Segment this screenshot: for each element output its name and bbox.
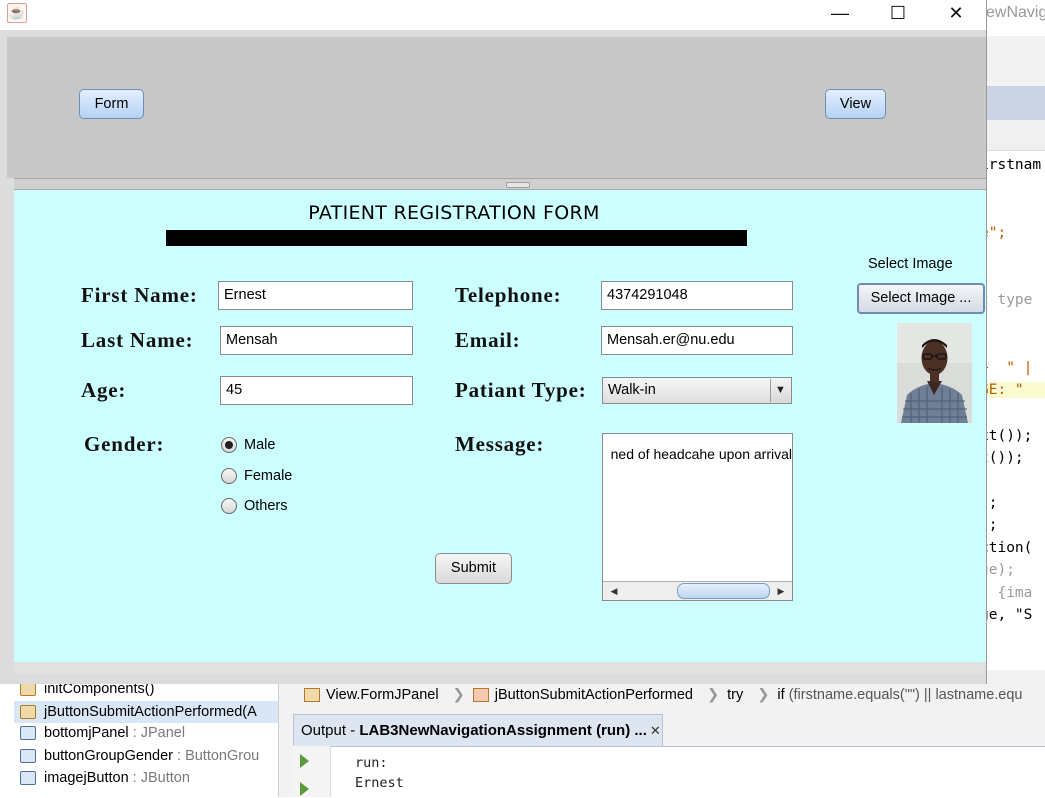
navigator-item[interactable]: imagejButton : JButton: [20, 767, 190, 789]
patient-photo: [897, 323, 972, 423]
radio-icon: [221, 468, 237, 485]
rerun-icon[interactable]: [300, 782, 309, 796]
app-window: ☕ — ☐ ✕ Form View PATIENT REGISTRATION F…: [0, 0, 987, 684]
code-line: + " |: [980, 360, 1033, 376]
field-icon: [20, 749, 36, 764]
field-icon: [20, 726, 36, 741]
code-line: t type: [980, 292, 1033, 308]
divider-grip[interactable]: [506, 182, 530, 188]
ide-editor-tabs: [986, 86, 1045, 120]
select-image-label: Select Image: [868, 256, 953, 272]
output-tab[interactable]: Output - LAB3NewNavigationAssignment (ru…: [293, 714, 663, 746]
ide-toolbar: [986, 36, 1045, 86]
breadcrumb-class[interactable]: View.FormJPanel: [326, 687, 439, 703]
gender-radio-female[interactable]: Female: [221, 466, 292, 486]
output-console: [293, 746, 1045, 798]
editor-breadcrumb: View.FormJPanel ❯ jButtonSubmitActionPerfo…: [294, 684, 1045, 706]
horizontal-scrollbar[interactable]: ◀ ▶: [603, 581, 792, 600]
telephone-label: Telephone:: [455, 283, 562, 307]
scrollbar-thumb[interactable]: [677, 583, 770, 599]
breadcrumb-condition: (firstname.equals("") || lastname.equ: [788, 687, 1023, 703]
email-field[interactable]: Mensah.er@nu.edu: [601, 326, 793, 355]
radio-icon: [221, 498, 237, 515]
window-titlebar: ☕ — ☐ ✕: [0, 0, 986, 30]
first-name-label: First Name:: [81, 283, 198, 307]
title-underline-bar: [166, 230, 747, 246]
chevron-right-icon: ❯: [452, 687, 465, 703]
code-line: ] {ima: [980, 585, 1033, 601]
field-icon: [20, 771, 36, 786]
chevron-right-icon: ❯: [706, 687, 720, 703]
output-line: run:: [355, 755, 388, 771]
method-icon: [20, 705, 36, 720]
close-icon[interactable]: ✕: [650, 723, 661, 738]
age-label: Age:: [81, 378, 127, 402]
chevron-right-icon: ❯: [757, 687, 770, 703]
chevron-down-icon[interactable]: ▼: [770, 379, 790, 402]
email-label: Email:: [455, 328, 521, 352]
scroll-left-icon[interactable]: ◀: [607, 584, 621, 598]
navigator-panel: initComponents() jButtonSubmitActionPerf…: [0, 681, 279, 797]
code-line: ction(: [980, 540, 1033, 556]
scroll-right-icon[interactable]: ▶: [774, 584, 788, 598]
split-pane-divider[interactable]: [14, 178, 986, 190]
code-line: ge, "S: [980, 607, 1033, 623]
code-line: GE: ": [980, 382, 1045, 398]
gender-label: Gender:: [84, 432, 165, 456]
radio-selected-icon: [221, 437, 237, 454]
minimize-icon[interactable]: —: [817, 0, 863, 30]
submit-button[interactable]: Submit: [435, 553, 512, 584]
age-field[interactable]: 45: [220, 376, 413, 405]
close-icon[interactable]: ✕: [933, 0, 979, 30]
view-button[interactable]: View: [825, 89, 886, 119]
gender-radio-male[interactable]: Male: [221, 435, 275, 455]
ide-editor-toolbar: [986, 120, 1045, 151]
code-line: irstnam: [980, 157, 1042, 173]
last-name-label: Last Name:: [81, 328, 194, 352]
message-text: ned of headcahe upon arrival: [610, 446, 792, 462]
select-image-button[interactable]: Select Image ...: [857, 283, 985, 314]
navigation-panel: Form View: [7, 37, 986, 178]
form-button[interactable]: Form: [79, 89, 144, 119]
patient-type-label: Patiant Type:: [455, 378, 587, 402]
form-bottom-border: [14, 662, 986, 674]
breadcrumb-if[interactable]: if: [777, 687, 784, 703]
first-name-field[interactable]: Ernest: [218, 281, 413, 310]
navigator-item-selected[interactable]: jButtonSubmitActionPerformed(A: [14, 701, 278, 723]
code-line: xt());: [980, 428, 1033, 444]
navigator-item[interactable]: buttonGroupGender : ButtonGrou: [20, 745, 259, 767]
last-name-field[interactable]: Mensah: [220, 326, 413, 355]
patient-type-dropdown[interactable]: Walk-in ▼: [602, 377, 792, 404]
method-icon: [472, 688, 489, 703]
message-label: Message:: [455, 432, 545, 456]
message-textarea[interactable]: ned of headcahe upon arrival ◀ ▶: [602, 433, 793, 601]
navigator-item[interactable]: bottomjPanel : JPanel: [20, 722, 185, 744]
telephone-field[interactable]: 4374291048: [601, 281, 793, 310]
registration-form-panel: [14, 190, 986, 662]
ide-editor-panel: ewNavigat irstname";t type+ " |GE: "xt()…: [980, 0, 1045, 670]
method-icon: [20, 682, 36, 697]
breadcrumb-try[interactable]: try: [727, 687, 743, 703]
breadcrumb-method[interactable]: jButtonSubmitActionPerformed: [495, 687, 693, 703]
patient-type-value: Walk-in: [608, 382, 656, 398]
ide-title-fragment: ewNavigat: [986, 4, 1045, 21]
maximize-icon[interactable]: ☐: [875, 0, 921, 30]
gender-radio-others[interactable]: Others: [221, 496, 288, 516]
form-title: PATIENT REGISTRATION FORM: [308, 202, 600, 224]
rerun-icon[interactable]: [300, 754, 309, 768]
output-line: Ernest: [355, 775, 404, 791]
output-tab-name: LAB3NewNavigationAssignment (run) ...: [359, 722, 647, 739]
java-cup-icon: ☕: [7, 3, 27, 23]
class-icon: [304, 688, 320, 703]
output-gutter: [293, 746, 331, 797]
